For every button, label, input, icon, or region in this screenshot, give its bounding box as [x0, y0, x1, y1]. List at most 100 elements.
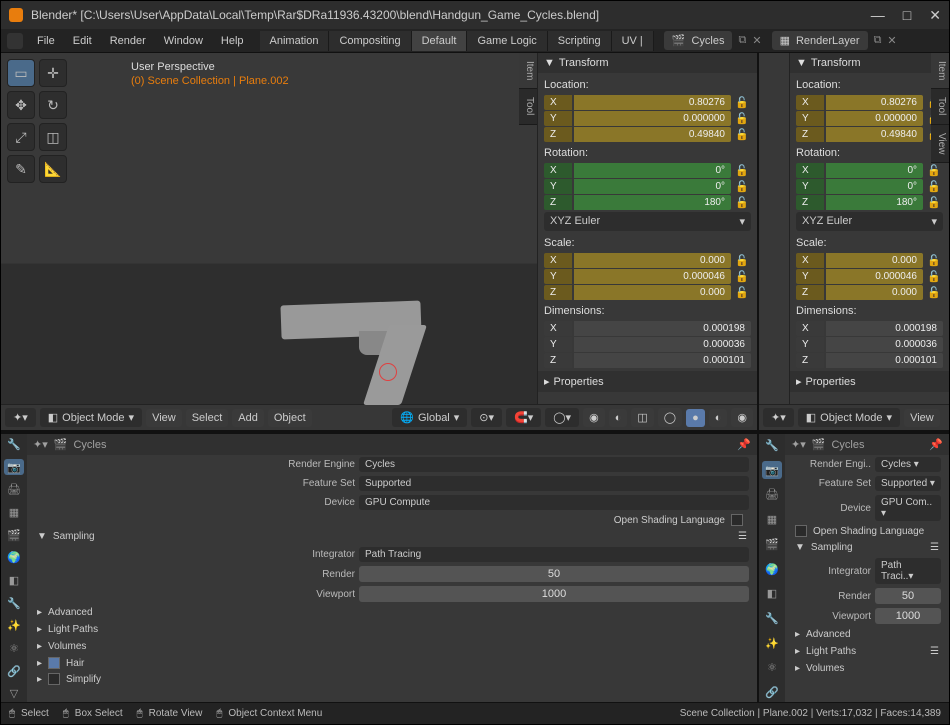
pin-icon[interactable]: 📌: [737, 438, 751, 451]
tool-transform[interactable]: ◫: [39, 123, 67, 151]
rot-y[interactable]: 0°: [574, 179, 731, 194]
prop-scene-icon-r[interactable]: 🎬: [762, 535, 782, 554]
loc-y[interactable]: 0.000000: [574, 111, 731, 126]
scene-selector[interactable]: 🎬 Cycles: [664, 31, 733, 50]
ntab-tool-r[interactable]: Tool: [931, 89, 949, 124]
scene-close-icon[interactable]: ✕: [752, 34, 761, 47]
tool-cursor[interactable]: ✛: [39, 59, 67, 87]
lock-icon[interactable]: 🔓: [733, 164, 751, 177]
tool-annotate[interactable]: ✎: [7, 155, 35, 183]
loc-x[interactable]: 0.80276: [574, 95, 731, 110]
renderlayer-selector[interactable]: ▦ RenderLayer: [772, 31, 868, 50]
lock-icon[interactable]: 🔓: [733, 128, 751, 141]
render-samples[interactable]: 50: [359, 566, 749, 582]
layer-close-icon[interactable]: ✕: [887, 34, 896, 47]
simplify-checkbox[interactable]: [48, 673, 60, 685]
prop-object-icon[interactable]: ◧: [4, 572, 24, 589]
render-engine-select[interactable]: Cycles: [359, 457, 749, 472]
prop-render-icon-r[interactable]: 📷: [762, 461, 782, 480]
xray-toggle[interactable]: ◫: [631, 408, 653, 427]
prop-modifier-icon[interactable]: 🔧: [4, 595, 24, 612]
lock-icon[interactable]: 🔓: [733, 196, 751, 209]
tool-rotate[interactable]: ↻: [39, 91, 67, 119]
lock-icon[interactable]: 🔓: [733, 270, 751, 283]
dim-x[interactable]: 0.000198: [574, 321, 751, 336]
pivot-select[interactable]: ⊙▾: [471, 408, 502, 427]
light-paths-section[interactable]: ▸Light Paths: [27, 621, 757, 638]
advanced-section[interactable]: ▸Advanced: [27, 604, 757, 621]
ntab-item-r[interactable]: Item: [931, 53, 949, 89]
overlay-toggle[interactable]: ◐: [609, 409, 628, 427]
tool-scale[interactable]: ⤢: [7, 123, 35, 151]
lock-icon[interactable]: 🔓: [733, 96, 751, 109]
dim-y[interactable]: 0.000036: [574, 337, 751, 352]
menu-select[interactable]: Select: [186, 409, 229, 427]
gizmo-toggle[interactable]: ◉: [583, 408, 605, 427]
scale-x[interactable]: 0.000: [574, 253, 731, 268]
tool-measure[interactable]: 📐: [39, 155, 67, 183]
orientation-select[interactable]: 🌐 Global ▾: [392, 408, 467, 427]
menu-object[interactable]: Object: [268, 409, 312, 427]
proportional-select[interactable]: ◯▾: [545, 408, 579, 427]
ntab-view-r[interactable]: View: [931, 125, 949, 164]
prop-viewlayer-icon[interactable]: ▦: [4, 504, 24, 521]
menu-view[interactable]: View: [146, 409, 182, 427]
editor-type-select[interactable]: ✦▾: [5, 408, 36, 427]
rot-z[interactable]: 180°: [574, 195, 731, 210]
viewport-samples[interactable]: 1000: [359, 586, 749, 602]
properties-heading[interactable]: Properties: [554, 376, 604, 388]
menu-file[interactable]: File: [29, 32, 63, 50]
app-icon[interactable]: [7, 33, 23, 49]
prop-physics-icon[interactable]: ⚛: [4, 640, 24, 657]
tab-game-logic[interactable]: Game Logic: [467, 31, 547, 51]
feature-set-select[interactable]: Supported: [359, 476, 749, 491]
maximize-button[interactable]: □: [903, 7, 911, 24]
dim-z[interactable]: 0.000101: [574, 353, 751, 368]
menu-help[interactable]: Help: [213, 32, 252, 50]
minimize-button[interactable]: —: [871, 7, 885, 24]
tool-select-box[interactable]: ▭: [7, 59, 35, 87]
lock-icon[interactable]: 🔓: [733, 254, 751, 267]
tab-compositing[interactable]: Compositing: [329, 31, 411, 51]
prop-particle-icon-r[interactable]: ✨: [762, 634, 782, 653]
scale-z[interactable]: 0.000: [574, 285, 731, 300]
prop-scene-icon[interactable]: 🎬: [4, 527, 24, 544]
volumes-section[interactable]: ▸Volumes: [27, 638, 757, 655]
prop-constraint-icon-r[interactable]: 🔗: [762, 683, 782, 702]
prop-editor-icon[interactable]: ✦▾: [33, 438, 48, 451]
prop-output-icon-r[interactable]: 🖨: [762, 485, 782, 504]
prop-viewlayer-icon-r[interactable]: ▦: [762, 510, 782, 529]
mode-select[interactable]: ◧ Object Mode ▾: [40, 408, 142, 427]
tab-default[interactable]: Default: [412, 31, 468, 51]
snap-select[interactable]: 🧲▾: [506, 408, 541, 427]
prop-render-icon[interactable]: 📷: [4, 459, 24, 476]
shading-solid[interactable]: ●: [686, 409, 705, 427]
shading-render[interactable]: ◉: [731, 408, 753, 427]
menu-render[interactable]: Render: [102, 32, 154, 50]
hair-checkbox[interactable]: [48, 657, 60, 669]
tab-scripting[interactable]: Scripting: [548, 31, 612, 51]
rot-x[interactable]: 0°: [574, 163, 731, 178]
sampling-section[interactable]: ▼Sampling☰: [27, 528, 757, 545]
osl-checkbox[interactable]: [731, 514, 743, 526]
shading-wire[interactable]: ◯: [658, 408, 682, 427]
prop-physics-icon-r[interactable]: ⚛: [762, 659, 782, 678]
prop-tool-icon[interactable]: 🔧: [4, 436, 24, 453]
prop-tool-icon-r[interactable]: 🔧: [762, 436, 782, 455]
lock-icon[interactable]: 🔓: [733, 180, 751, 193]
prop-object-icon-r[interactable]: ◧: [762, 584, 782, 603]
prop-modifier-icon-r[interactable]: 🔧: [762, 609, 782, 628]
close-button[interactable]: ✕: [929, 7, 941, 24]
viewport-3d[interactable]: ▭ ✛ ✥ ↻ ⤢ ◫ ✎ 📐: [1, 53, 757, 404]
prop-world-icon-r[interactable]: 🌍: [762, 560, 782, 579]
menu-window[interactable]: Window: [156, 32, 211, 50]
tab-animation[interactable]: Animation: [260, 31, 330, 51]
prop-particle-icon[interactable]: ✨: [4, 617, 24, 634]
lock-icon[interactable]: 🔓: [733, 112, 751, 125]
tab-uv[interactable]: UV |: [612, 31, 654, 51]
device-select[interactable]: GPU Compute: [359, 495, 749, 510]
tool-move[interactable]: ✥: [7, 91, 35, 119]
lock-icon[interactable]: 🔓: [733, 286, 751, 299]
integrator-select[interactable]: Path Tracing: [359, 547, 749, 562]
shading-lookdev[interactable]: ◐: [709, 409, 728, 427]
